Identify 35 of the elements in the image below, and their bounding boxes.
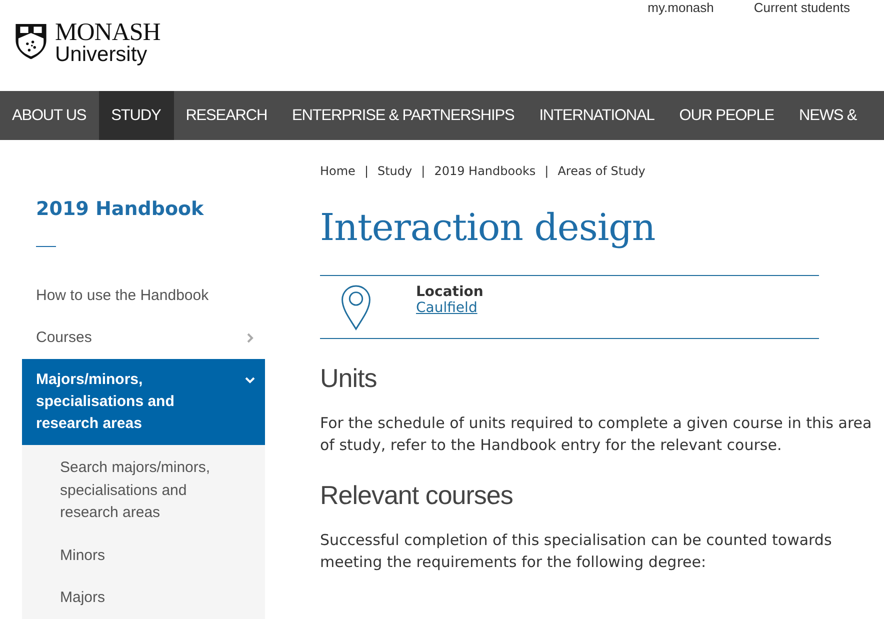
top-link[interactable]: Current students: [754, 0, 850, 91]
crest-icon: [13, 22, 49, 62]
breadcrumb-separator: |: [364, 164, 368, 178]
sidebar-item[interactable]: How to use the Handbook: [22, 275, 265, 317]
section-text: For the schedule of units required to complete a given course in this area of study, refer to the Handbook entry for the relevant course.: [320, 413, 873, 456]
nav-tab[interactable]: ENTERPRISE & PARTNERSHIPS: [280, 91, 528, 140]
logo-wordmark: MONASH: [55, 20, 160, 45]
breadcrumb-separator: |: [544, 164, 549, 178]
map-pin-icon: [340, 284, 372, 330]
location-label: Location: [416, 284, 484, 300]
breadcrumb-link[interactable]: 2019 Handbooks: [434, 164, 536, 178]
nav-tab[interactable]: STUDY: [99, 91, 174, 140]
sidebar-item[interactable]: Majors/minors, specialisations and research areas: [22, 359, 265, 445]
submenu-item[interactable]: Majors: [22, 577, 265, 619]
nav-tab[interactable]: NEWS &: [787, 91, 870, 140]
nav-tab[interactable]: ABOUT US: [0, 91, 100, 140]
nav-tab[interactable]: RESEARCH: [174, 91, 280, 140]
breadcrumb-link[interactable]: Home: [320, 164, 356, 178]
logo-subtitle: University: [55, 44, 148, 65]
submenu-item[interactable]: Search majors/minors, specialisations and research areas: [22, 447, 265, 534]
nav-tab[interactable]: OUR PEOPLE: [667, 91, 788, 140]
nav-tab[interactable]: INTERNATIONAL: [527, 91, 668, 140]
sidebar-item[interactable]: Courses: [22, 317, 265, 359]
section-heading: Relevant courses: [320, 480, 514, 511]
breadcrumb-link[interactable]: Areas of Study: [558, 164, 646, 178]
section-text: Successful completion of this specialisation can be counted towards meeting the requirements for the following degree:: [320, 530, 833, 573]
breadcrumb-separator: |: [421, 164, 426, 178]
top-link[interactable]: my.monash: [648, 0, 714, 91]
breadcrumb-link[interactable]: Study: [377, 164, 412, 178]
location-link[interactable]: Caulfield: [416, 300, 484, 316]
title-underline: [36, 246, 56, 247]
page-title: Interaction design: [320, 206, 656, 249]
submenu-item[interactable]: Minors: [22, 534, 265, 577]
section-heading: Units: [320, 363, 378, 394]
sidebar-title: 2019 Handbook: [36, 198, 205, 220]
